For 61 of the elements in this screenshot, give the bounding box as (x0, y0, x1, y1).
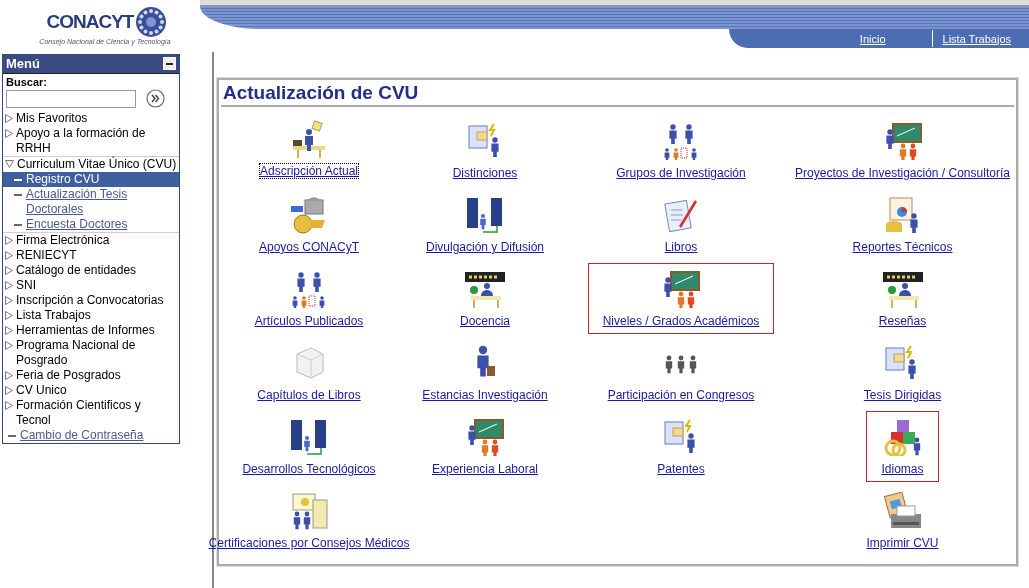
ticker-desk-icon (882, 270, 923, 308)
menu-item[interactable]: Firma Electrónica (3, 233, 179, 248)
double-chevron-icon (146, 89, 165, 108)
printer-icon (882, 492, 923, 530)
search-field[interactable] (6, 89, 136, 108)
section-link[interactable]: Divulgación y Difusión (425, 240, 545, 254)
menu-item[interactable]: Mis Favoritos (3, 111, 179, 126)
menu-item[interactable]: Registro CVU (3, 172, 179, 187)
server-racks-icon (465, 196, 505, 234)
menu-item[interactable]: Catálogo de entidades (3, 263, 179, 278)
menu-item[interactable]: Encuesta Doctores (3, 217, 179, 232)
section-link[interactable]: Artículos Publicados (254, 314, 364, 328)
menu-item[interactable]: Feria de Posgrados (3, 368, 179, 383)
section-link[interactable]: Tesis Dirigidas (863, 388, 942, 402)
section-link[interactable]: Participación en Congresos (607, 388, 755, 402)
section-link[interactable]: Proyectos de Investigación / Consultoría (795, 166, 1010, 180)
section-link[interactable]: Certificaciones por Consejos Médicos (208, 536, 410, 550)
section-link[interactable]: Capítulos de Libros (257, 388, 361, 402)
logo-wordmark: CONACYT (46, 11, 134, 33)
menu-item[interactable]: Formación Cientificos y Tecnol (3, 398, 179, 428)
server-racks-icon (289, 418, 329, 456)
menu-item[interactable]: Cambio de Contraseña (3, 428, 179, 443)
section-link[interactable]: Idiomas (881, 462, 924, 476)
toy-blocks-icon (882, 418, 923, 456)
section-link[interactable]: Imprimir CVU (866, 536, 939, 550)
minus-icon (166, 62, 173, 65)
section-link[interactable]: Distinciones (452, 166, 518, 180)
menu-item[interactable]: Lista Trabajos (3, 308, 179, 323)
section-link[interactable]: Niveles / Grados Académicos (602, 314, 760, 328)
menu-title: Menú (6, 56, 40, 71)
section-link[interactable]: Experiencia Laboral (431, 462, 539, 476)
section-link[interactable]: Reseñas (878, 314, 927, 328)
section-link[interactable]: Docencia (460, 314, 510, 328)
section-link[interactable]: Grupos de Investigación (616, 166, 746, 180)
nav-link[interactable]: Lista Trabajos (938, 32, 1017, 45)
section-link[interactable]: Libros (664, 240, 698, 254)
search-label: Buscar: (5, 75, 48, 88)
panel-title: Actualización de CVU (221, 82, 1014, 107)
menu-item[interactable]: SNI (3, 278, 179, 293)
section-link[interactable]: Patentes (657, 462, 705, 476)
menu-item[interactable]: Programa Nacional de Posgrado (3, 338, 179, 368)
menu-item[interactable]: Actualización Tesis Doctorales (3, 187, 179, 217)
search-button[interactable] (146, 89, 165, 108)
section-link[interactable]: Adscripción Actual (259, 164, 359, 178)
section-link[interactable]: Reportes Técnicos (852, 240, 953, 254)
section-link[interactable]: Desarrollos Tecnológicos (242, 462, 376, 476)
collapse-button[interactable] (163, 57, 176, 70)
menu-item[interactable]: RENIECYT (3, 248, 179, 263)
ticker-desk-icon (465, 270, 505, 308)
teacher-blackboard-icon (661, 270, 701, 308)
logo-emblem-icon (135, 6, 168, 38)
section-link[interactable]: Estancias Investigación (422, 388, 548, 402)
menu-item[interactable]: Curriculum Vitae Único (CVU) (3, 157, 179, 172)
section-link[interactable]: Apoyos CONACyT (259, 240, 359, 254)
teacher-blackboard-icon (465, 418, 505, 456)
menu-item[interactable]: Apoyo a la formación de RRHH (3, 126, 179, 156)
certificate-icon (289, 492, 329, 530)
nav-link[interactable]: Inicio (855, 32, 892, 45)
menu-item[interactable]: CV Unico (3, 383, 179, 398)
menu-item[interactable]: Inscripción a Convocatorias (3, 293, 179, 308)
menu-item[interactable]: Herramientas de Informes (3, 323, 179, 338)
